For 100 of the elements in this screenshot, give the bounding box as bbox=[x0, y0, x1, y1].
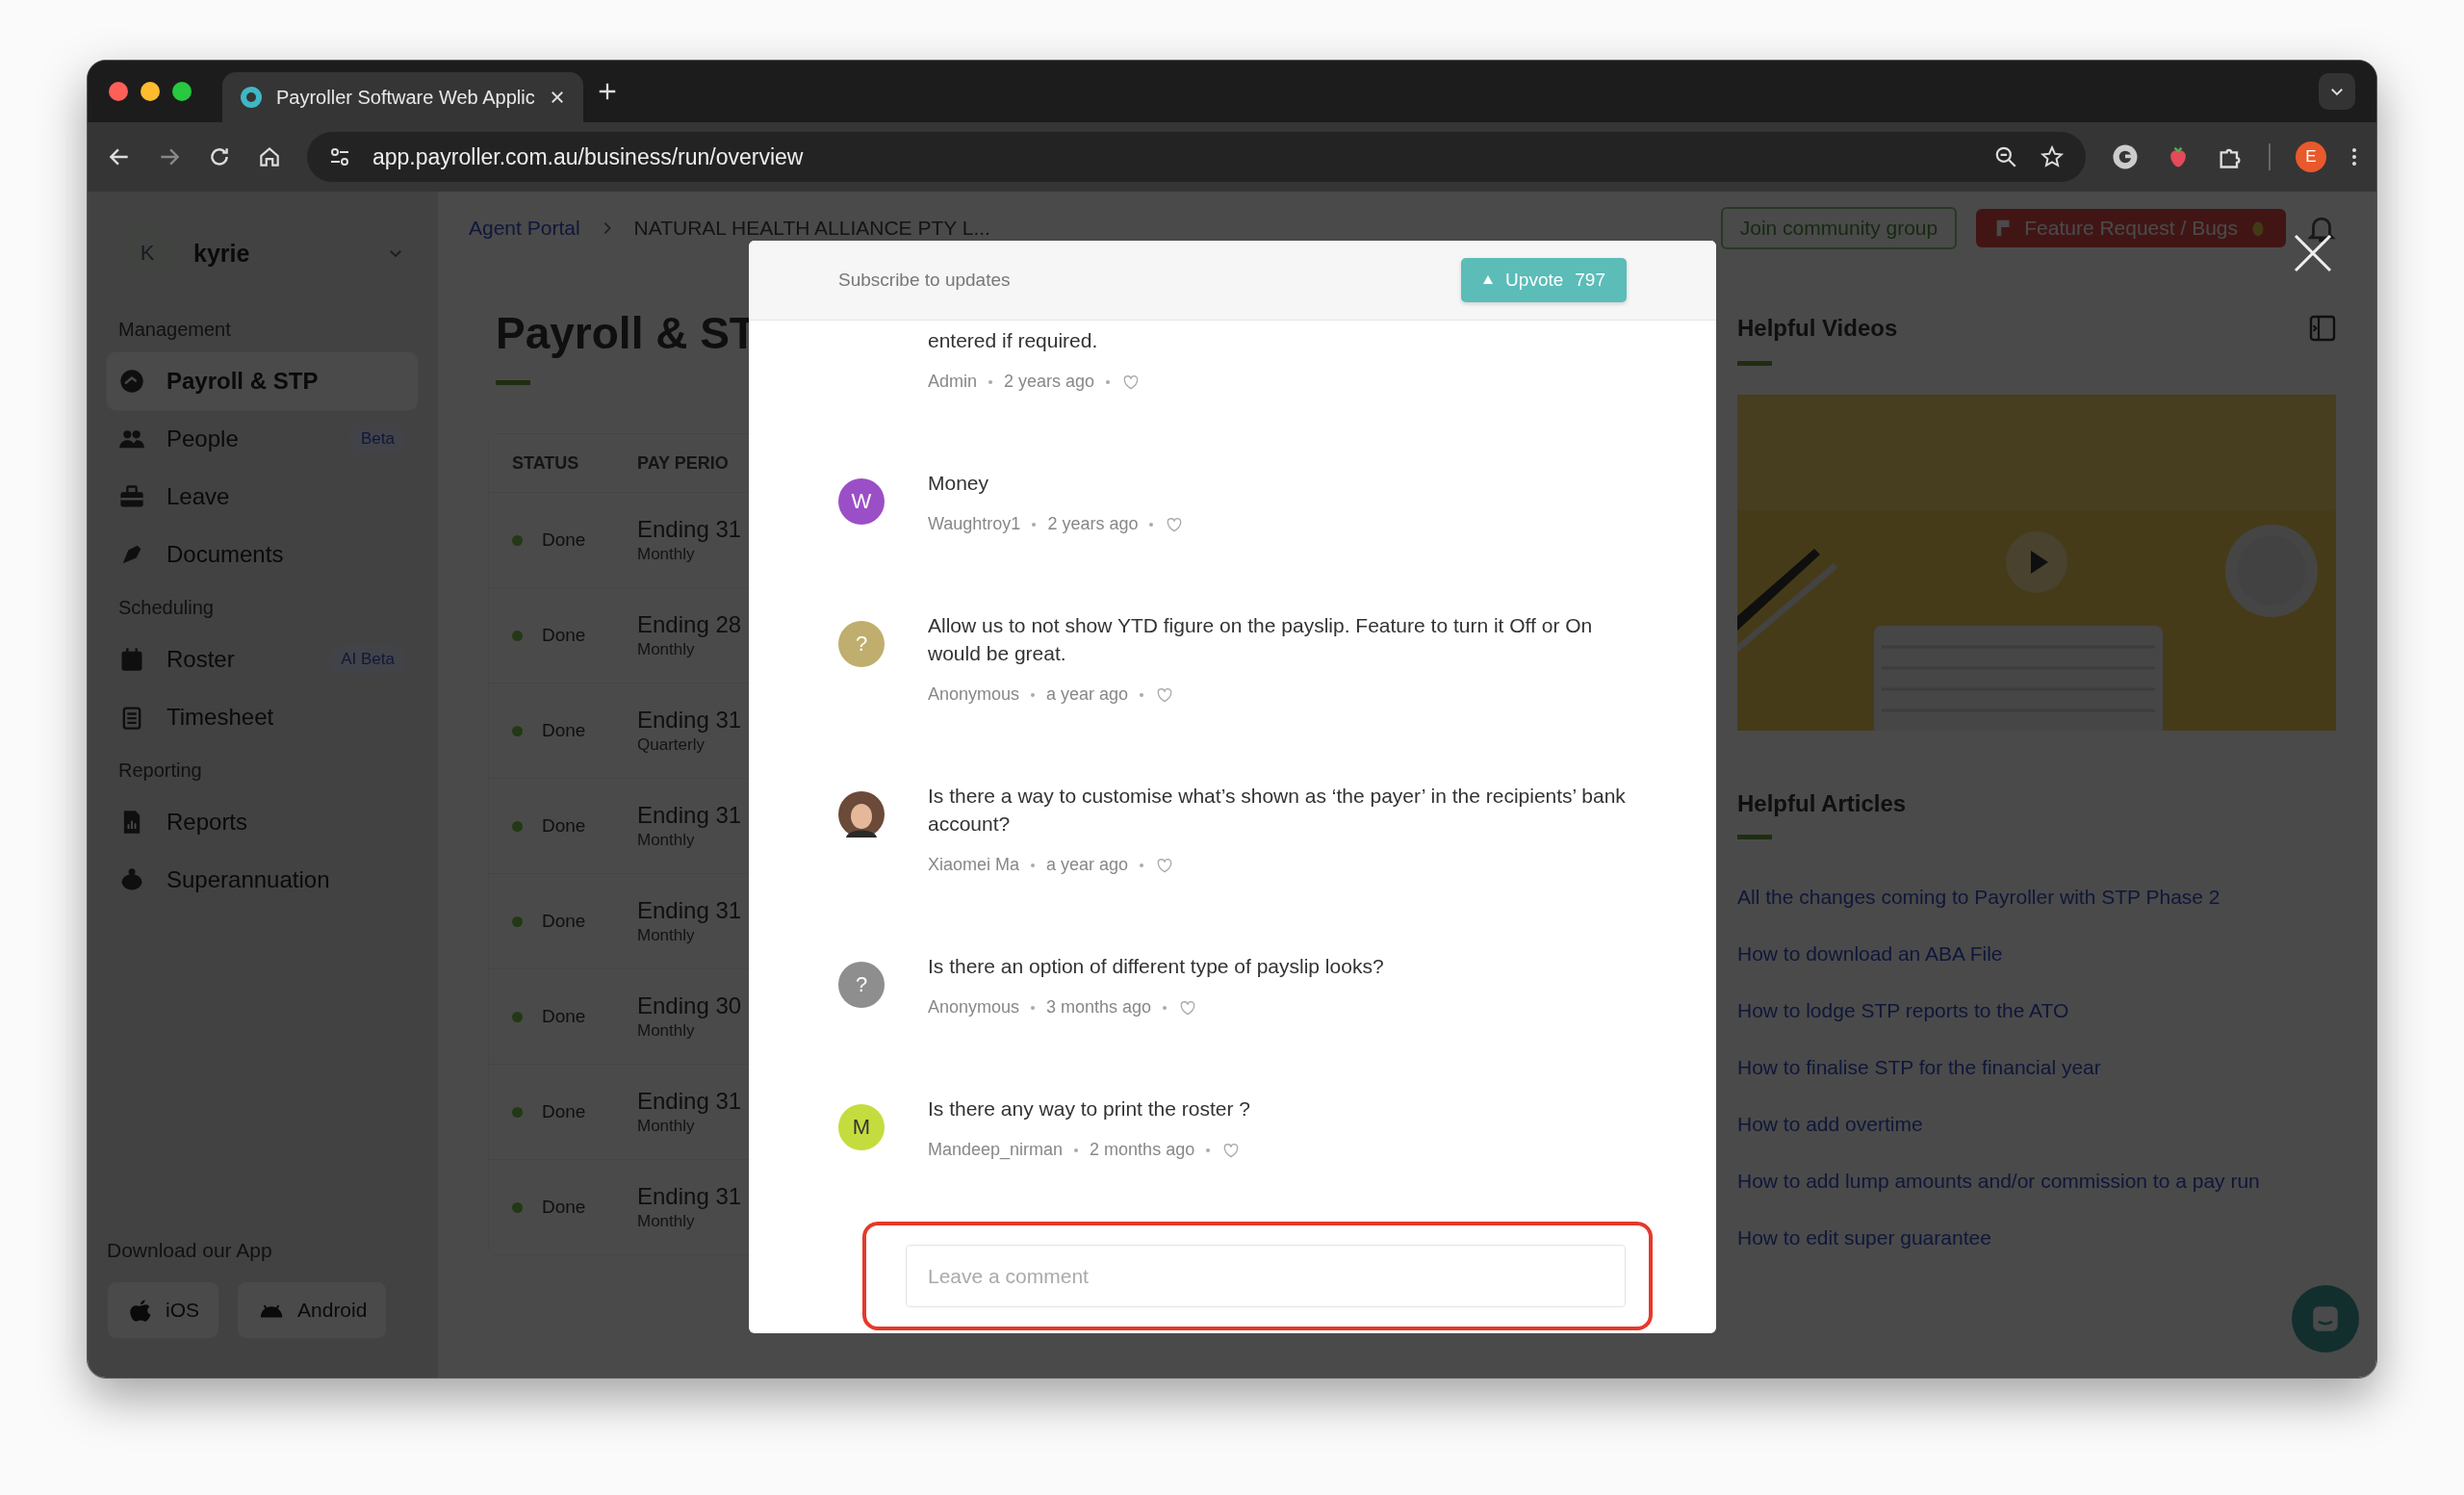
breadcrumb-link[interactable]: Agent Portal bbox=[469, 217, 580, 240]
site-settings-icon bbox=[328, 145, 351, 168]
separator-dot bbox=[1140, 863, 1144, 867]
upvote-button[interactable]: Upvote 797 bbox=[1461, 258, 1627, 302]
status-dot bbox=[512, 725, 523, 736]
article-link[interactable]: How to download an ABA File bbox=[1737, 941, 2003, 966]
status-text: Done bbox=[542, 1197, 586, 1218]
pay-period[interactable]: Ending 31 bbox=[637, 1183, 742, 1210]
zoom-icon bbox=[1993, 144, 2018, 169]
article-link[interactable]: How to lodge STP reports to the ATO bbox=[1737, 998, 2069, 1022]
close-icon[interactable] bbox=[2292, 232, 2334, 274]
sidebar-item[interactable]: Reports bbox=[107, 793, 418, 851]
separator-dot bbox=[1031, 863, 1036, 867]
profile-avatar[interactable]: E bbox=[2296, 142, 2326, 172]
close-window-button[interactable] bbox=[109, 82, 128, 101]
subscribe-link[interactable]: Subscribe to updates bbox=[838, 270, 1011, 291]
pay-period[interactable]: Ending 31 bbox=[637, 802, 742, 829]
comment-time: 2 years ago bbox=[1004, 372, 1095, 392]
comment-field[interactable]: Leave a comment bbox=[906, 1245, 1626, 1307]
separator-dot bbox=[1206, 1147, 1211, 1152]
tab-search-button[interactable] bbox=[2319, 73, 2355, 110]
separator-dot bbox=[1032, 522, 1037, 527]
app-download-button[interactable]: Android bbox=[237, 1281, 388, 1339]
avatar: ? bbox=[838, 962, 885, 1008]
status-text: Done bbox=[542, 529, 586, 551]
star-icon bbox=[2040, 144, 2065, 169]
status-text: Done bbox=[542, 720, 586, 741]
separator-dot bbox=[1031, 692, 1036, 697]
separator-dot bbox=[1031, 1005, 1036, 1010]
comment-time: 2 months ago bbox=[1090, 1140, 1195, 1160]
article-link[interactable]: How to add lump amounts and/or commission to a pay run bbox=[1737, 1169, 2260, 1193]
briefcase-icon bbox=[118, 483, 145, 510]
panel-toggle-icon bbox=[2307, 313, 2338, 344]
status-dot bbox=[512, 1106, 523, 1118]
comment-time: a year ago bbox=[1046, 855, 1129, 875]
article-link[interactable]: How to add overtime bbox=[1737, 1112, 1923, 1136]
extension-icon bbox=[2111, 142, 2140, 171]
separator-dot bbox=[1106, 379, 1111, 384]
comment-text: Allow us to not show YTD figure on the payslip. Feature to turn it Off or On would be great. bbox=[928, 613, 1594, 666]
status-dot bbox=[512, 820, 523, 832]
avatar bbox=[838, 791, 885, 838]
article-link[interactable]: How to edit super guarantee bbox=[1737, 1225, 1991, 1250]
comment-author: Anonymous bbox=[928, 684, 1020, 705]
avatar: W bbox=[838, 478, 885, 525]
pay-period[interactable]: Ending 28 bbox=[637, 611, 742, 638]
section-title: Helpful Videos bbox=[1737, 315, 1899, 342]
account-name[interactable]: kyrie bbox=[193, 239, 368, 268]
separator-dot bbox=[1074, 1147, 1079, 1152]
triangle-up-icon bbox=[1482, 274, 1495, 286]
comment-time: 3 months ago bbox=[1046, 997, 1152, 1018]
avatar: ? bbox=[838, 621, 885, 667]
comment-author: Admin bbox=[928, 372, 978, 392]
pay-period[interactable]: Ending 31 bbox=[637, 516, 742, 543]
comment-text: Is there a way to customise what’s shown as ‘the payer’ in the recipients’ bank account? bbox=[928, 784, 1626, 837]
status-dot bbox=[512, 915, 523, 927]
page-title: Payroll & ST bbox=[496, 307, 757, 359]
comment-time: 2 years ago bbox=[1047, 514, 1139, 534]
comment-text: entered if required. bbox=[928, 328, 1099, 353]
address-bar[interactable]: app.payroller.com.au/business/run/overview bbox=[307, 132, 2086, 182]
status-dot bbox=[512, 1201, 523, 1213]
comment-time: a year ago bbox=[1046, 684, 1129, 705]
maximize-window-button[interactable] bbox=[172, 82, 192, 101]
status-dot bbox=[512, 1011, 523, 1022]
status-text: Done bbox=[542, 625, 586, 646]
article-link[interactable]: How to finalise STP for the financial year bbox=[1737, 1055, 2101, 1079]
sidebar-item[interactable]: Leave bbox=[107, 468, 418, 526]
comment-author: Xiaomei Ma bbox=[928, 855, 1020, 875]
article-link[interactable]: All the changes coming to Payroller with STP Phase 2 bbox=[1737, 885, 2220, 909]
separator-dot bbox=[1149, 522, 1154, 527]
sidebar-item[interactable]: Timesheet bbox=[107, 688, 418, 746]
pay-period[interactable]: Ending 31 bbox=[637, 897, 742, 924]
community-button[interactable]: Join community group bbox=[1720, 207, 1958, 249]
section-title: Helpful Articles bbox=[1737, 790, 1908, 817]
status-text: Done bbox=[542, 1006, 586, 1027]
pay-period[interactable]: Ending 31 bbox=[637, 1088, 742, 1115]
sidebar-item[interactable]: Payroll & STP bbox=[107, 352, 418, 410]
avatar: M bbox=[838, 1104, 885, 1150]
comment-text: Money bbox=[928, 471, 990, 496]
pay-period[interactable]: Ending 30 bbox=[637, 992, 742, 1019]
status-dot bbox=[512, 630, 523, 641]
home-icon bbox=[257, 144, 282, 169]
site-logo-icon bbox=[240, 86, 263, 109]
browser-tab[interactable]: Payroller Software Web Applic bbox=[222, 72, 583, 122]
separator-dot bbox=[1140, 692, 1144, 697]
comment-author: Waughtroy1 bbox=[928, 514, 1021, 534]
more-menu-icon[interactable] bbox=[2351, 145, 2357, 168]
app-download-button[interactable]: iOS bbox=[107, 1281, 219, 1339]
pay-period[interactable]: Ending 31 bbox=[637, 707, 742, 734]
comment-text: Is there an option of different type of payslip looks? bbox=[928, 954, 1384, 979]
status-text: Done bbox=[542, 1101, 586, 1122]
sidebar-item[interactable]: Superannuation bbox=[107, 851, 418, 909]
separator-dot bbox=[988, 379, 993, 384]
sidebar-item[interactable]: Documents bbox=[107, 526, 418, 583]
minimize-window-button[interactable] bbox=[141, 82, 160, 101]
status-text: Done bbox=[542, 911, 586, 932]
separator-dot bbox=[1163, 1005, 1168, 1010]
status-dot bbox=[512, 534, 523, 546]
comment-author: Anonymous bbox=[928, 997, 1020, 1018]
comment-text: Is there any way to print the roster ? bbox=[928, 1096, 1250, 1121]
comment-author: Mandeep_nirman bbox=[928, 1140, 1064, 1160]
